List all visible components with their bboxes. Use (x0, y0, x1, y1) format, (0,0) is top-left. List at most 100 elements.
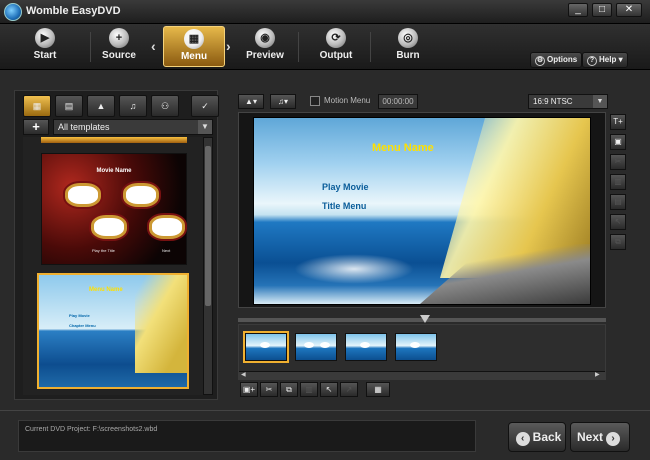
options-button[interactable]: ⚙ Options (530, 52, 583, 68)
add-template-button[interactable]: + (23, 119, 49, 135)
copy-icon[interactable]: ⧉ (280, 382, 298, 397)
splitter-handle[interactable] (420, 315, 430, 323)
menu-item-play-movie[interactable]: Play Movie (322, 182, 369, 192)
output-icon: ⟳ (326, 28, 346, 48)
copy-icon[interactable]: ⧉ (610, 234, 626, 250)
step-label: Preview (246, 50, 284, 61)
eye-icon: ◉ (255, 28, 275, 48)
back-button[interactable]: ‹ Back (508, 422, 566, 452)
strip-scrollbar[interactable]: ◀ ▶ (239, 371, 605, 379)
add-page-icon[interactable]: ▣+ (240, 382, 258, 397)
menu-title-text[interactable]: Menu Name (372, 142, 434, 154)
arrow-right-icon: › (606, 432, 620, 446)
cut-icon[interactable]: ✂ (260, 382, 278, 397)
step-preview[interactable]: ◉ Preview (234, 26, 296, 67)
template-item-label: Chapter Menu (69, 323, 96, 328)
step-label: Menu (180, 51, 208, 62)
add-button-icon[interactable]: ▣ (610, 134, 626, 150)
tab-background[interactable]: ▲ (87, 95, 115, 117)
step-output[interactable]: ⟳ Output (305, 26, 367, 67)
tab-layout-list[interactable]: ▦ (23, 95, 51, 117)
menu-item-title-menu[interactable]: Title Menu (322, 201, 366, 211)
template-filter-value: All templates (58, 122, 110, 132)
template-panel: ▦ ▤ ▲ ♫ ⚇ ✓ + All templates ▼ Movie Name… (14, 90, 219, 400)
disc-icon: ◎ (398, 28, 418, 48)
aspect-ratio-value: 16:9 NTSC (533, 97, 573, 106)
toolbar-divider (298, 32, 299, 62)
button-frame (360, 342, 370, 348)
editor-top-bar: ▲▾ ♫▾ Motion Menu 00:00:00 16:9 NTSC ▼ (238, 94, 610, 110)
duration-field[interactable]: 00:00:00 (378, 94, 418, 109)
add-text-icon[interactable]: T+ (610, 114, 626, 130)
background-button[interactable]: ▲▾ (238, 94, 264, 109)
button-frame (410, 342, 420, 348)
chevron-down-icon: ▼ (593, 95, 607, 108)
template-item-partial[interactable] (41, 137, 187, 143)
chevron-left-icon[interactable]: ‹ (151, 38, 156, 54)
help-label: Help (599, 55, 617, 64)
maximize-button[interactable]: □ (592, 3, 612, 17)
scrollbar-thumb[interactable] (205, 146, 211, 306)
scroll-right-icon[interactable]: ▶ (595, 371, 603, 379)
step-source[interactable]: + Source (88, 26, 150, 67)
close-button[interactable]: ✕ (616, 3, 642, 17)
menu-grid-icon: ▦ (184, 29, 204, 49)
button-frame (304, 342, 314, 348)
template-filter-row: + All templates ▼ (23, 119, 213, 135)
menu-page-thumb[interactable] (245, 333, 287, 361)
chevron-down-icon: ▼ (198, 120, 212, 134)
cut-icon[interactable]: ✂ (610, 154, 626, 170)
menu-button-frame (126, 186, 156, 204)
page-settings-icon[interactable]: ▦ (366, 382, 390, 397)
help-icon: ? (587, 56, 597, 66)
help-button[interactable]: ? Help ▾ (582, 52, 628, 68)
tab-layout-grid[interactable]: ▤ (55, 95, 83, 117)
template-list: Movie Name Play the Title Next Menu Name… (23, 137, 203, 395)
app-logo-icon (4, 3, 22, 21)
chevron-down-icon: ▾ (618, 55, 623, 64)
pointer-icon[interactable]: ↖ (610, 214, 626, 230)
app-title: Womble EasyDVD (26, 5, 121, 17)
aspect-ratio-select[interactable]: 16:9 NTSC ▼ (528, 94, 608, 109)
template-filter-select[interactable]: All templates ▼ (53, 119, 213, 135)
distribute-icon[interactable]: ▤ (610, 194, 626, 210)
move-right-icon[interactable]: ↗ (340, 382, 358, 397)
template-item-sailboat[interactable]: Menu Name Play Movie Chapter Menu (37, 273, 189, 389)
wrench-icon: ⚙ (535, 56, 545, 66)
scroll-left-icon[interactable]: ◀ (241, 371, 249, 379)
sail-image (135, 275, 187, 373)
title-bar: Womble EasyDVD _ □ ✕ (0, 0, 650, 24)
menu-page-thumb[interactable] (295, 333, 337, 361)
template-item-label: Play Movie (69, 313, 90, 318)
minimize-button[interactable]: _ (568, 3, 588, 17)
menu-preview-frame: Menu Name Play Movie Title Menu (238, 112, 606, 308)
menu-page-thumb[interactable] (395, 333, 437, 361)
motion-menu-checkbox[interactable] (310, 96, 320, 106)
chevron-right-icon[interactable]: › (226, 38, 231, 54)
template-title: Movie Name (96, 168, 132, 174)
step-burn[interactable]: ◎ Burn (377, 26, 439, 67)
apply-template-button[interactable]: ✓ (191, 95, 219, 117)
tab-music[interactable]: ♫ (119, 95, 147, 117)
button-frame (320, 342, 330, 348)
menu-button-frame (68, 186, 98, 204)
next-button[interactable]: Next › (570, 422, 630, 452)
step-label: Start (33, 50, 57, 61)
template-item-label: Next (162, 248, 171, 253)
align-icon[interactable]: ▥ (610, 174, 626, 190)
menu-button-frame (152, 218, 182, 236)
paste-icon[interactable]: ▥ (300, 382, 318, 397)
template-scrollbar[interactable] (203, 137, 213, 395)
options-label: Options (547, 55, 578, 64)
back-label: Back (532, 430, 562, 444)
step-menu[interactable]: ▦ Menu (163, 26, 225, 67)
move-left-icon[interactable]: ↖ (320, 382, 338, 397)
tab-buttons[interactable]: ⚇ (151, 95, 179, 117)
footer-divider (0, 410, 650, 411)
button-frame (260, 342, 270, 348)
menu-page-thumb[interactable] (345, 333, 387, 361)
music-button[interactable]: ♫▾ (270, 94, 296, 109)
template-item-red-flowers[interactable]: Movie Name Play the Title Next (41, 153, 187, 265)
step-start[interactable]: ▶ Start (14, 26, 76, 67)
menu-preview-canvas[interactable]: Menu Name Play Movie Title Menu (253, 117, 591, 305)
